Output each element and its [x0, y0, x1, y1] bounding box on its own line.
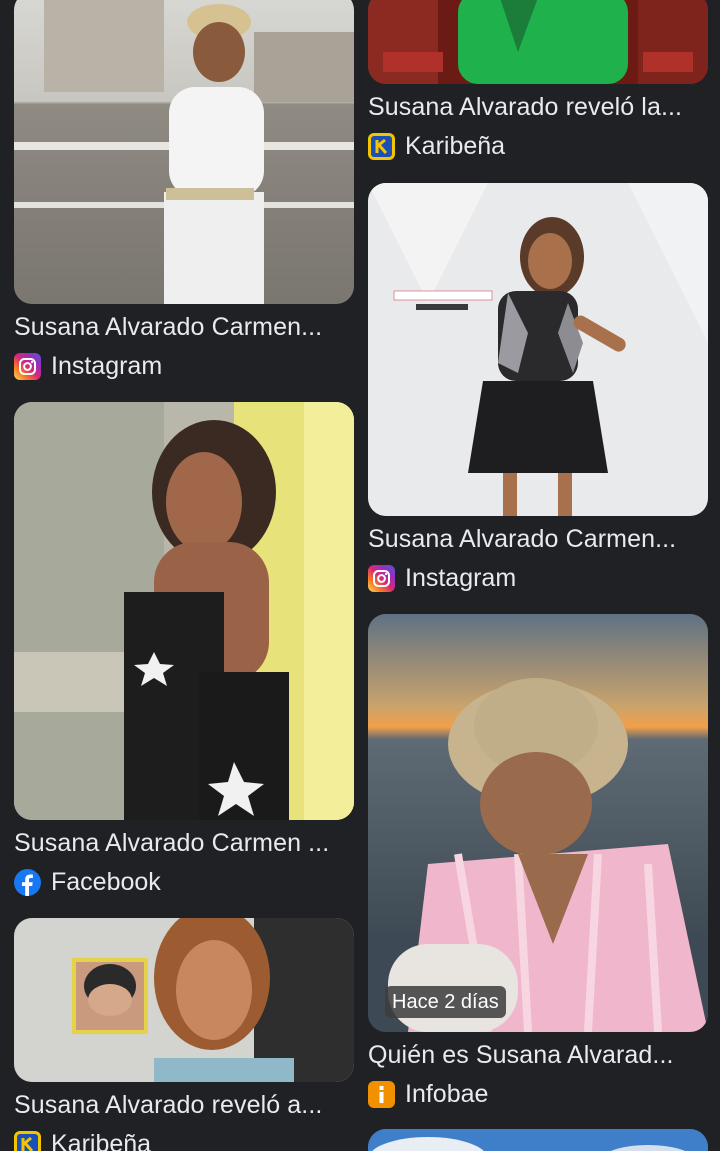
result-card[interactable]: Susana Alvarado reveló la... Karibeña — [368, 0, 708, 161]
source-name: Karibeña — [51, 1130, 152, 1151]
result-image — [368, 183, 708, 516]
result-card[interactable]: Susana Alvarado reveló a... Karibeña — [14, 918, 354, 1151]
result-source[interactable]: Karibeña — [368, 131, 708, 161]
result-image — [368, 1129, 708, 1151]
result-image — [14, 918, 354, 1082]
result-card[interactable] — [368, 1129, 708, 1151]
infobae-icon — [368, 1080, 395, 1108]
karibena-icon — [14, 1130, 41, 1151]
source-name: Karibeña — [405, 132, 506, 160]
result-image-thumbnail[interactable] — [368, 0, 708, 84]
result-image-thumbnail[interactable] — [14, 918, 354, 1082]
result-source[interactable]: Infobae — [368, 1079, 708, 1109]
result-title[interactable]: Susana Alvarado reveló a... — [14, 1090, 354, 1120]
result-image — [14, 402, 354, 820]
source-name: Instagram — [51, 352, 163, 380]
result-source[interactable]: Karibeña — [14, 1129, 354, 1151]
result-image — [368, 0, 708, 84]
instagram-icon — [14, 352, 41, 380]
result-title[interactable]: Susana Alvarado reveló la... — [368, 92, 708, 122]
result-image-thumbnail[interactable] — [368, 1129, 708, 1151]
source-name: Infobae — [405, 1080, 489, 1108]
result-title[interactable]: Susana Alvarado Carmen ... — [14, 828, 354, 858]
result-source[interactable]: Facebook — [14, 867, 354, 897]
instagram-icon — [368, 564, 395, 592]
result-source[interactable]: Instagram — [368, 563, 708, 593]
result-card[interactable]: Susana Alvarado Carmen... Instagram — [14, 0, 354, 381]
result-image — [368, 614, 708, 1032]
result-card[interactable]: Susana Alvarado Carmen... Instagram — [368, 183, 708, 593]
karibena-icon — [368, 132, 395, 160]
result-image-thumbnail[interactable] — [14, 402, 354, 820]
result-image-thumbnail[interactable] — [14, 0, 354, 304]
result-source[interactable]: Instagram — [14, 351, 354, 381]
result-card[interactable]: Hace 2 días Quién es Susana Alvarad... I… — [368, 614, 708, 1109]
result-image — [14, 0, 354, 304]
source-name: Facebook — [51, 868, 161, 896]
result-title[interactable]: Susana Alvarado Carmen... — [14, 312, 354, 342]
image-results-grid: Susana Alvarado Carmen... Instagram Susa… — [0, 0, 720, 1151]
result-card[interactable]: Susana Alvarado Carmen ... Facebook — [14, 402, 354, 897]
result-title[interactable]: Quién es Susana Alvarad... — [368, 1040, 708, 1070]
result-image-thumbnail[interactable] — [368, 183, 708, 516]
result-image-thumbnail[interactable]: Hace 2 días — [368, 614, 708, 1032]
result-title[interactable]: Susana Alvarado Carmen... — [368, 524, 708, 554]
facebook-icon — [14, 868, 41, 896]
source-name: Instagram — [405, 564, 517, 592]
time-badge: Hace 2 días — [385, 986, 506, 1018]
